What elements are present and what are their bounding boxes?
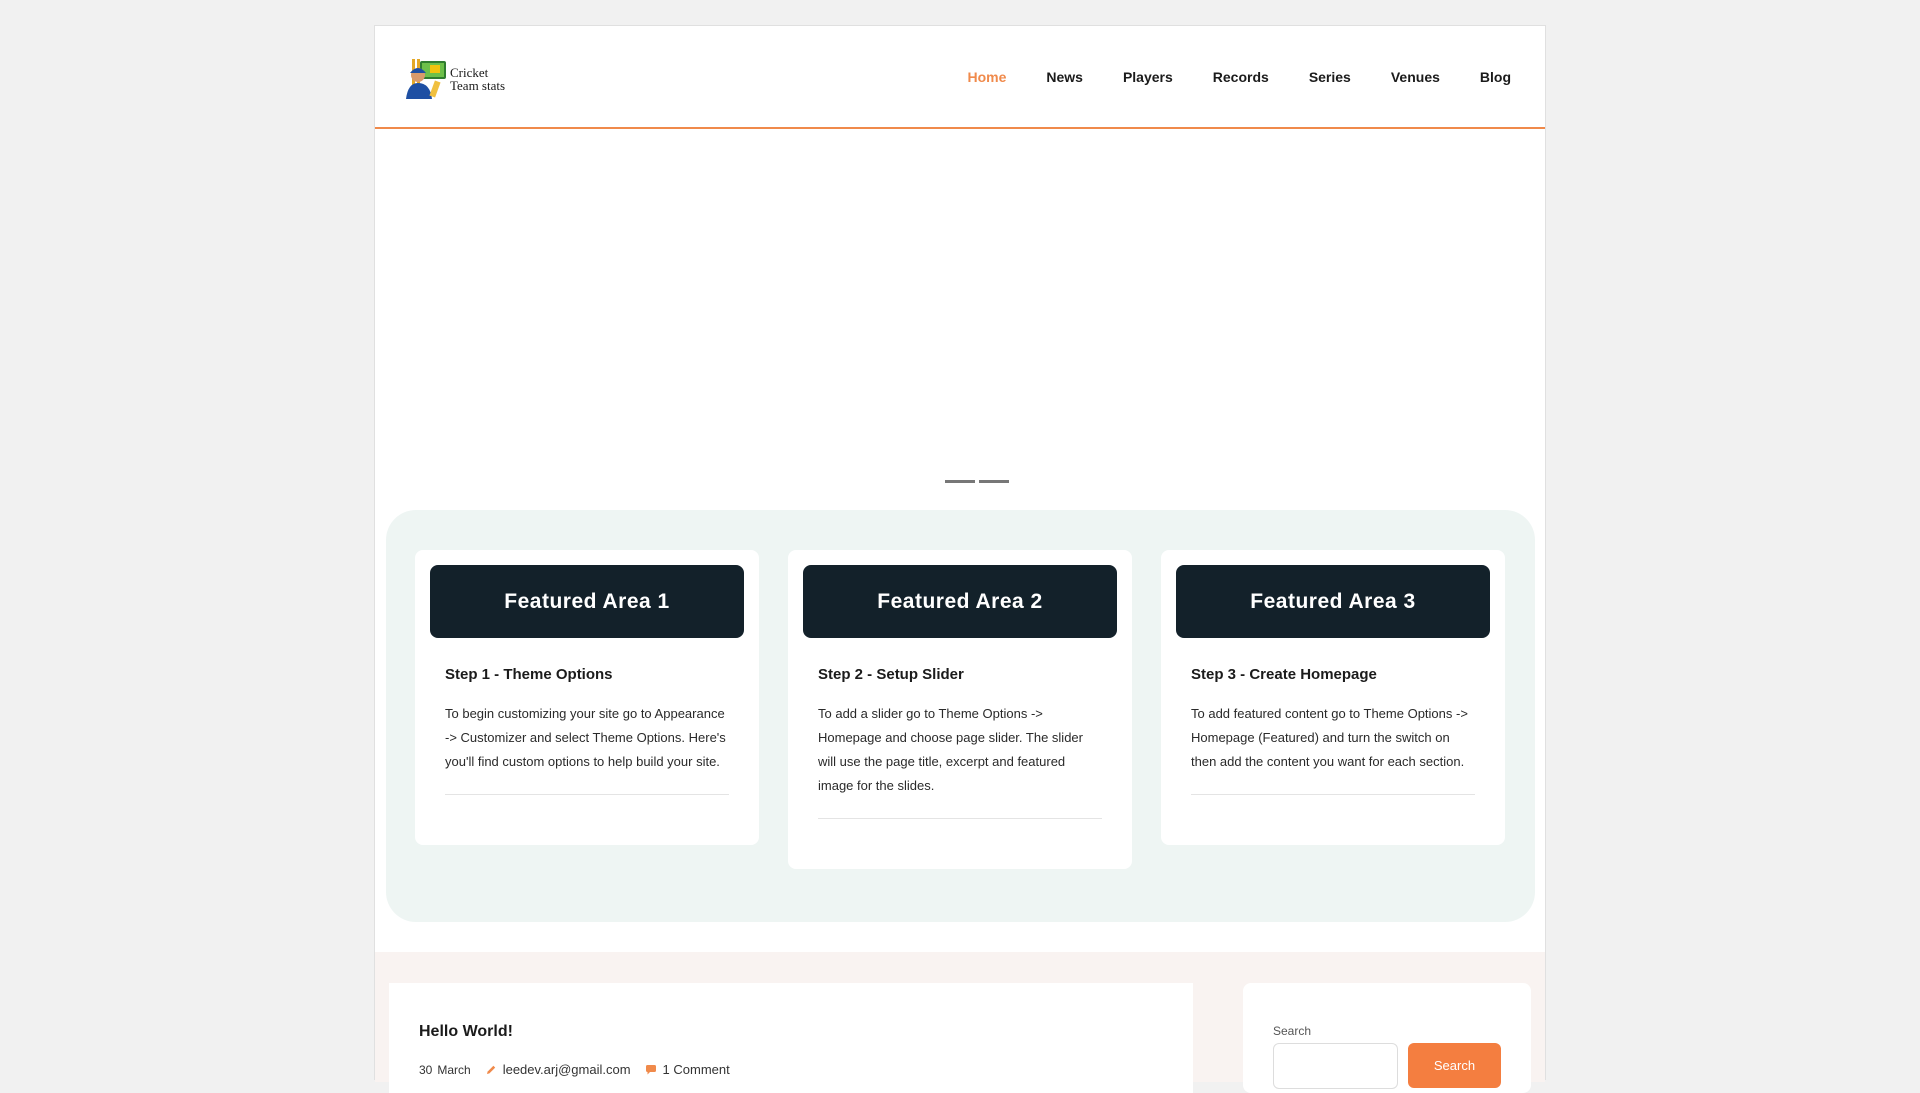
post-comments-link[interactable]: 1 Comment bbox=[663, 1062, 730, 1077]
featured-card-text-1: To begin customizing your site go to App… bbox=[445, 706, 726, 769]
featured-card-title-3[interactable]: Step 3 - Create Homepage bbox=[1191, 666, 1475, 683]
search-button[interactable]: Search bbox=[1408, 1043, 1501, 1088]
cricket-player-logo-icon bbox=[402, 57, 456, 101]
featured-card-text-2: To add a slider go to Theme Options -> H… bbox=[818, 706, 1083, 793]
featured-card-2: Featured Area 2 Step 2 - Setup Slider To… bbox=[788, 550, 1132, 869]
featured-card-title-1[interactable]: Step 1 - Theme Options bbox=[445, 666, 729, 683]
search-widget: Search Search bbox=[1243, 983, 1531, 1093]
blog-section: Hello World! 30 March leedev.arj@gmail.c… bbox=[375, 952, 1545, 1093]
nav-item-records[interactable]: Records bbox=[1213, 69, 1269, 85]
search-input[interactable] bbox=[1273, 1043, 1398, 1089]
featured-card-3: Featured Area 3 Step 3 - Create Homepage… bbox=[1161, 550, 1505, 845]
featured-card-title-2[interactable]: Step 2 - Setup Slider bbox=[818, 666, 1102, 683]
post-author: leedev.arj@gmail.com bbox=[485, 1062, 631, 1077]
speech-bubble-icon bbox=[645, 1064, 657, 1076]
site-title-line2: Team stats bbox=[450, 78, 506, 93]
featured-area: Featured Area 1 Step 1 - Theme Options T… bbox=[386, 510, 1535, 922]
site-title: Cricket Team stats bbox=[450, 66, 505, 92]
pencil-icon bbox=[485, 1064, 497, 1076]
search-label: Search bbox=[1273, 1024, 1312, 1038]
featured-card-1: Featured Area 1 Step 1 - Theme Options T… bbox=[415, 550, 759, 845]
nav-item-blog[interactable]: Blog bbox=[1480, 69, 1511, 85]
post-date: 30 March bbox=[419, 1063, 471, 1077]
nav-item-players[interactable]: Players bbox=[1123, 69, 1173, 85]
post-title[interactable]: Hello World! bbox=[419, 1023, 513, 1041]
site-header: Cricket Team stats Home News Players Rec… bbox=[375, 26, 1545, 129]
featured-banner-3[interactable]: Featured Area 3 bbox=[1176, 565, 1490, 638]
post-meta: 30 March leedev.arj@gmail.com 1 Comment bbox=[419, 1062, 744, 1077]
nav-item-news[interactable]: News bbox=[1046, 69, 1083, 85]
site-logo[interactable]: Cricket Team stats bbox=[402, 57, 532, 101]
main-nav: Home News Players Records Series Venues … bbox=[927, 69, 1511, 85]
nav-item-series[interactable]: Series bbox=[1309, 69, 1351, 85]
hero-slider bbox=[375, 131, 1545, 507]
featured-card-text-3: To add featured content go to Theme Opti… bbox=[1191, 706, 1468, 769]
featured-banner-1[interactable]: Featured Area 1 bbox=[430, 565, 744, 638]
slider-dot-2[interactable] bbox=[979, 480, 1009, 483]
post-comments: 1 Comment bbox=[645, 1062, 730, 1077]
slider-dot-1[interactable] bbox=[945, 480, 975, 483]
page-frame: Cricket Team stats Home News Players Rec… bbox=[374, 25, 1546, 1093]
post-card: Hello World! 30 March leedev.arj@gmail.c… bbox=[389, 983, 1193, 1093]
nav-item-venues[interactable]: Venues bbox=[1391, 69, 1440, 85]
featured-banner-2[interactable]: Featured Area 2 bbox=[803, 565, 1117, 638]
post-date-month: March bbox=[437, 1062, 471, 1077]
post-author-link[interactable]: leedev.arj@gmail.com bbox=[503, 1062, 631, 1077]
nav-item-home[interactable]: Home bbox=[967, 69, 1006, 85]
slider-pagination bbox=[945, 480, 1009, 483]
post-date-day: 30 bbox=[419, 1062, 433, 1077]
